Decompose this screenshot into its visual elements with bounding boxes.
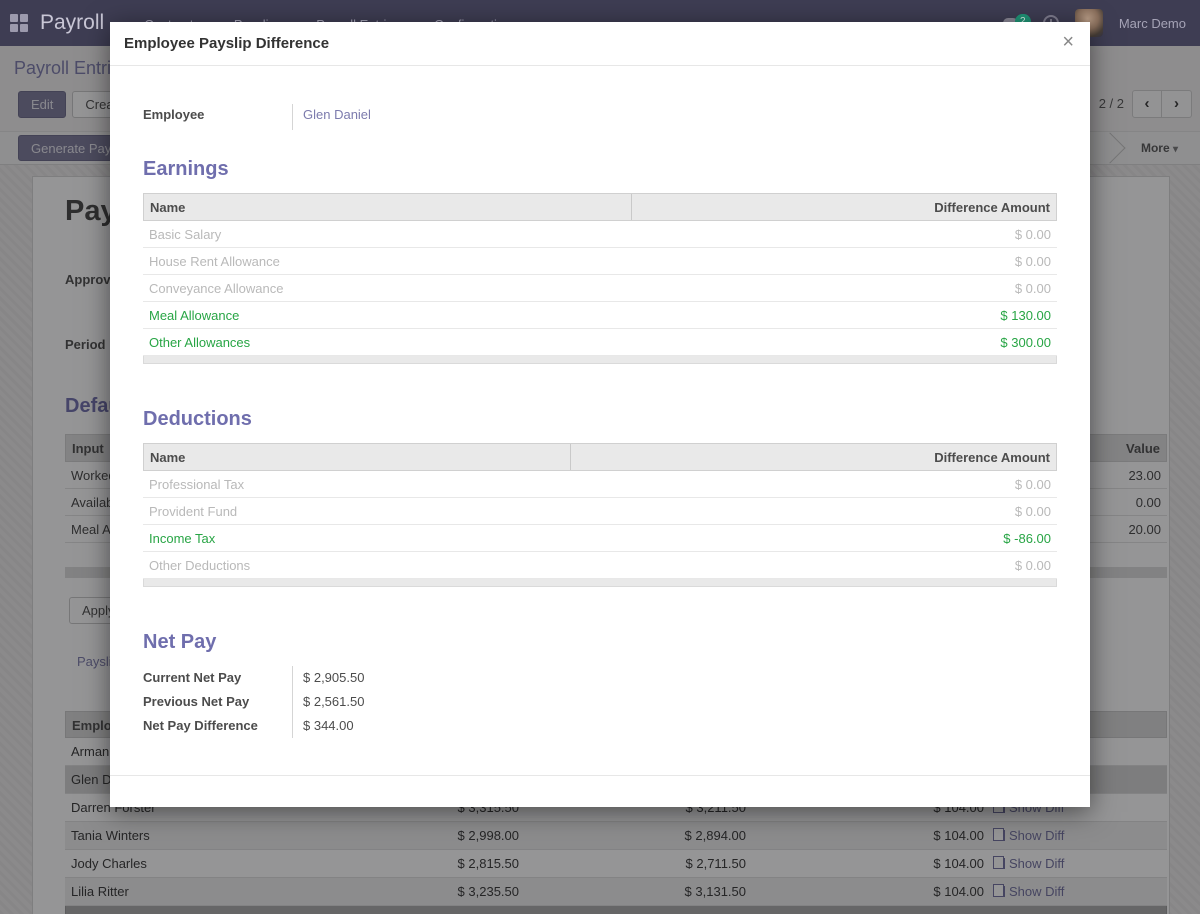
net-pay-section: Net Pay Current Net Pay $ 2,905.50 Previ… xyxy=(143,631,1057,738)
net-pay-row: Current Net Pay $ 2,905.50 xyxy=(143,666,1057,690)
apps-grid-icon[interactable] xyxy=(10,14,28,32)
close-icon[interactable]: × xyxy=(1062,31,1074,54)
earnings-section: Earnings Name Difference Amount Basic Sa… xyxy=(143,158,1057,364)
deductions-heading: Deductions xyxy=(143,408,1057,431)
name-column-header: Name xyxy=(144,444,571,470)
app-name[interactable]: Payroll xyxy=(40,11,104,35)
earnings-row: House Rent Allowance $ 0.00 xyxy=(143,248,1057,275)
screen: Payroll Entri Edit Create 2 / 2 ‹ › Gene… xyxy=(0,0,1200,914)
payslip-difference-modal: Employee Payslip Difference × Employee G… xyxy=(110,22,1090,807)
deductions-row: Other Deductions $ 0.00 xyxy=(143,552,1057,579)
earnings-heading: Earnings xyxy=(143,158,1057,181)
earnings-row: Meal Allowance $ 130.00 xyxy=(143,302,1057,329)
net-pay-heading: Net Pay xyxy=(143,631,1057,654)
table-footer-strip xyxy=(143,579,1057,587)
difference-amount-column-header: Difference Amount xyxy=(632,194,1056,220)
name-column-header: Name xyxy=(144,194,632,220)
deductions-section: Deductions Name Difference Amount Profes… xyxy=(143,408,1057,587)
user-menu[interactable]: Marc Demo xyxy=(1119,16,1186,31)
modal-title: Employee Payslip Difference xyxy=(124,35,329,52)
employee-value-link[interactable]: Glen Daniel xyxy=(292,104,512,130)
earnings-row: Basic Salary $ 0.00 xyxy=(143,221,1057,248)
modal-footer xyxy=(110,775,1090,807)
net-pay-row: Previous Net Pay $ 2,561.50 xyxy=(143,690,1057,714)
deductions-row: Provident Fund $ 0.00 xyxy=(143,498,1057,525)
earnings-row: Other Allowances $ 300.00 xyxy=(143,329,1057,356)
difference-amount-column-header: Difference Amount xyxy=(571,444,1056,470)
net-pay-row: Net Pay Difference $ 344.00 xyxy=(143,714,1057,738)
deductions-row: Income Tax $ -86.00 xyxy=(143,525,1057,552)
employee-label: Employee xyxy=(143,104,292,130)
table-footer-strip xyxy=(143,356,1057,364)
deductions-row: Professional Tax $ 0.00 xyxy=(143,471,1057,498)
earnings-row: Conveyance Allowance $ 0.00 xyxy=(143,275,1057,302)
